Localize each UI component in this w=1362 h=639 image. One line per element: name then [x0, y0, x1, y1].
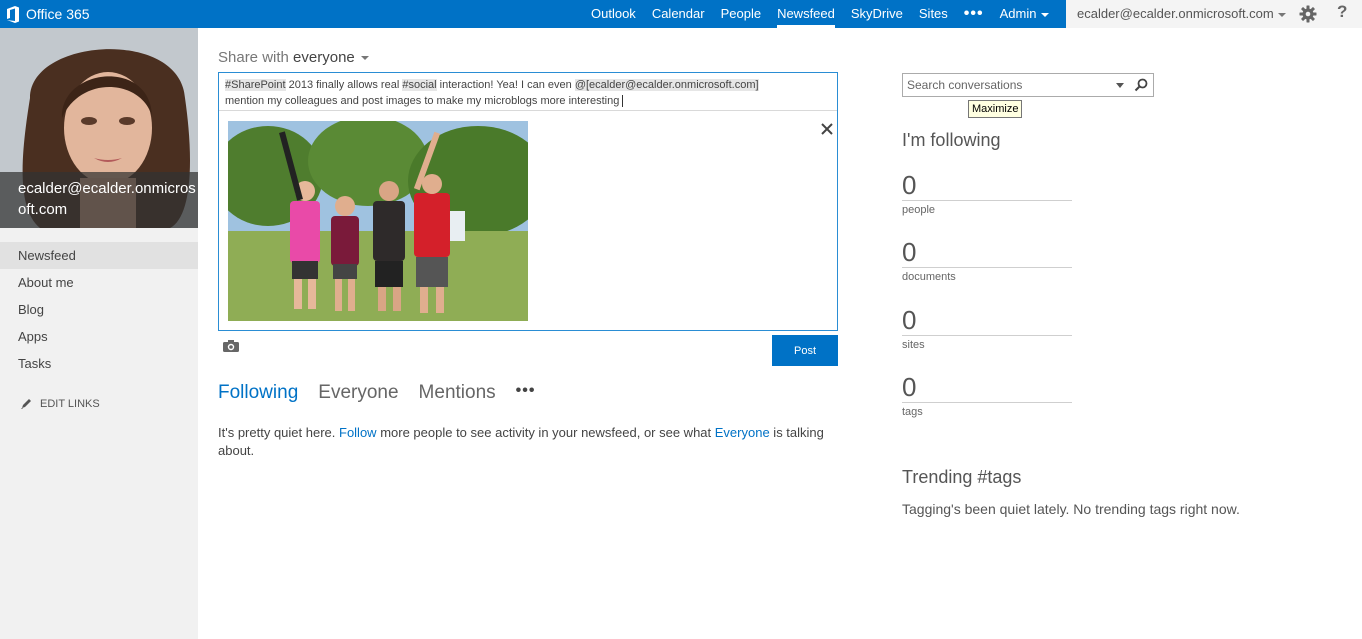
top-nav: Outlook Calendar People Newsfeed SkyDriv… [583, 0, 1057, 28]
stat-divider [902, 267, 1072, 268]
sidebar-item-apps[interactable]: Apps [0, 323, 198, 350]
app-title: Office 365 [26, 6, 90, 22]
attached-image [228, 121, 528, 321]
post-text-segment-1: 2013 finally allows real [285, 79, 403, 91]
sidebar-item-newsfeed[interactable]: Newsfeed [0, 242, 198, 269]
stat-sites-value: 0 [902, 305, 917, 335]
everyone-link[interactable]: Everyone [715, 425, 770, 440]
search-box [902, 73, 1154, 97]
sidebar-item-blog[interactable]: Blog [0, 296, 198, 323]
hashtag-sharepoint: #SharePoint [225, 79, 286, 91]
post-text-segment-2: interaction! Yea! I can even [436, 79, 575, 91]
tab-following[interactable]: Following [218, 382, 298, 404]
gear-icon[interactable] [1299, 5, 1317, 23]
left-column: ecalder@ecalder.onmicrosoft.com Newsfeed… [0, 28, 198, 639]
stat-documents[interactable]: 0 documents [902, 237, 1072, 283]
camera-icon[interactable] [222, 339, 240, 353]
chevron-down-icon [360, 56, 369, 61]
edit-links-label: EDIT LINKS [40, 398, 100, 410]
post-text-segment-3: mention my colleagues and post images to… [225, 95, 620, 107]
stat-people-value: 0 [902, 170, 917, 200]
feed-more-button[interactable]: ••• [516, 382, 536, 400]
stat-tags-value: 0 [902, 372, 917, 402]
quick-launch: Newsfeed About me Blog Apps Tasks [0, 242, 198, 377]
tab-mentions[interactable]: Mentions [419, 382, 496, 404]
search-input[interactable] [907, 77, 1107, 93]
stat-divider [902, 335, 1072, 336]
nav-admin[interactable]: Admin [992, 0, 1058, 28]
chevron-down-icon [1277, 12, 1286, 17]
profile-caption: ecalder@ecalder.onmicrosoft.com [0, 172, 198, 228]
nav-admin-label: Admin [999, 6, 1037, 21]
post-button[interactable]: Post [772, 335, 838, 366]
quiet-text-middle: more people to see activity in your news… [376, 425, 715, 440]
post-composer[interactable]: #SharePoint 2013 finally allows real #so… [218, 72, 838, 331]
nav-outlook[interactable]: Outlook [583, 0, 644, 28]
sidebar-item-tasks[interactable]: Tasks [0, 350, 198, 377]
composer-divider [219, 110, 837, 111]
nav-newsfeed[interactable]: Newsfeed [769, 0, 843, 28]
post-text-input[interactable]: #SharePoint 2013 finally allows real #so… [225, 77, 825, 109]
stat-people[interactable]: 0 people [902, 170, 1072, 216]
empty-feed-message: It's pretty quiet here. Follow more peop… [218, 424, 828, 460]
profile-name[interactable]: ecalder@ecalder.onmicrosoft.com [18, 178, 196, 220]
stat-sites-label: sites [902, 339, 925, 351]
follow-link[interactable]: Follow [339, 425, 377, 440]
following-title: I'm following [902, 130, 1001, 150]
nav-more-button[interactable]: ••• [956, 1, 992, 27]
sidebar-item-about-me[interactable]: About me [0, 269, 198, 296]
share-with-selector[interactable]: Share with everyone [218, 49, 369, 66]
nav-sites[interactable]: Sites [911, 0, 956, 28]
mention-token: @[ecalder@ecalder.onmicrosoft.com] [574, 79, 759, 91]
edit-links-button[interactable]: EDIT LINKS [20, 398, 100, 410]
user-area: ecalder@ecalder.onmicrosoft.com ? [1066, 0, 1362, 28]
tab-everyone[interactable]: Everyone [318, 382, 398, 404]
stat-divider [902, 402, 1072, 403]
stat-tags[interactable]: 0 tags [902, 372, 1072, 418]
stat-sites[interactable]: 0 sites [902, 305, 1072, 351]
office-logo[interactable]: Office 365 [6, 4, 90, 24]
stat-documents-label: documents [902, 271, 956, 283]
nav-people[interactable]: People [713, 0, 769, 28]
stat-documents-value: 0 [902, 237, 917, 267]
help-icon[interactable]: ? [1337, 2, 1347, 22]
attached-photo-scene [228, 121, 528, 321]
profile-photo[interactable]: ecalder@ecalder.onmicrosoft.com [0, 28, 198, 228]
trending-message: Tagging's been quiet lately. No trending… [902, 501, 1240, 517]
feed-tabs: Following Everyone Mentions ••• [218, 382, 535, 404]
stat-people-label: people [902, 204, 936, 216]
pencil-icon [21, 399, 31, 409]
share-with-prefix: Share with [218, 49, 289, 66]
trending-title: Trending #tags [902, 467, 1022, 487]
chevron-down-icon [1041, 12, 1050, 17]
search-icon[interactable] [1134, 78, 1148, 92]
close-icon[interactable] [820, 122, 834, 136]
nav-calendar[interactable]: Calendar [644, 0, 713, 28]
quiet-text-prefix: It's pretty quiet here. [218, 425, 339, 440]
user-menu[interactable]: ecalder@ecalder.onmicrosoft.com [1077, 0, 1286, 27]
stat-tags-label: tags [902, 406, 923, 418]
maximize-tooltip: Maximize [968, 100, 1023, 118]
stat-divider [902, 200, 1072, 201]
text-cursor [622, 95, 624, 108]
nav-skydrive[interactable]: SkyDrive [843, 0, 911, 28]
user-email: ecalder@ecalder.onmicrosoft.com [1077, 6, 1274, 21]
share-with-target: everyone [293, 49, 355, 66]
hashtag-social: #social [402, 79, 437, 91]
office-logo-icon [7, 5, 19, 23]
top-bar: Office 365 Outlook Calendar People Newsf… [0, 0, 1362, 28]
chevron-down-icon[interactable] [1116, 83, 1124, 88]
